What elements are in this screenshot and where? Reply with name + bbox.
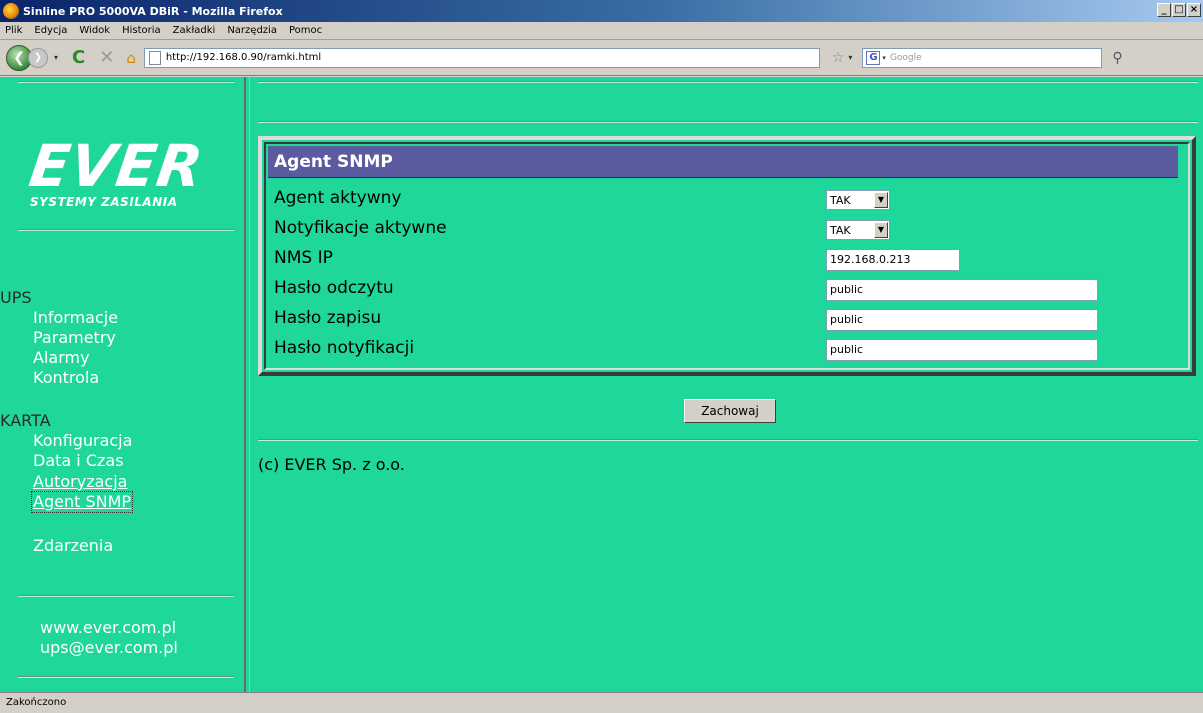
snmp-panel: Agent SNMP Agent aktywny TAK ▼ Notyfikac… bbox=[258, 136, 1196, 376]
page-content: EVER SYSTEMY ZASILANIA UPS Informacje Pa… bbox=[0, 77, 1203, 692]
divider bbox=[18, 676, 234, 678]
search-placeholder[interactable]: Google bbox=[890, 53, 922, 63]
star-dropdown-icon[interactable]: ▾ bbox=[848, 53, 852, 62]
nav-link-autoryzacja[interactable]: Autoryzacja bbox=[33, 472, 127, 492]
agent-active-select[interactable]: TAK ▼ bbox=[826, 190, 890, 210]
ever-logo: EVER SYSTEMY ZASILANIA bbox=[25, 132, 230, 209]
divider bbox=[258, 81, 1198, 83]
copyright-text: (c) EVER Sp. z o.o. bbox=[258, 455, 405, 474]
panel-title: Agent SNMP bbox=[268, 146, 1178, 178]
write-password-input[interactable]: public bbox=[826, 309, 1098, 331]
history-dropdown-icon[interactable]: ▾ bbox=[50, 49, 62, 67]
home-button[interactable]: ⌂ bbox=[126, 49, 136, 67]
menu-bar: Plik Edycja Widok Historia Zakładki Narz… bbox=[0, 22, 1203, 40]
status-text: Zakończono bbox=[6, 697, 67, 708]
website-link[interactable]: www.ever.com.pl bbox=[40, 618, 176, 637]
google-icon[interactable]: G bbox=[866, 50, 881, 65]
nav-link-kontrola[interactable]: Kontrola bbox=[33, 368, 99, 388]
search-engine-dropdown-icon[interactable]: ▾ bbox=[882, 54, 886, 62]
notifications-active-value[interactable]: TAK bbox=[830, 224, 851, 237]
nav-link-informacje[interactable]: Informacje bbox=[33, 308, 118, 328]
url-text[interactable]: http://192.168.0.90/ramki.html bbox=[166, 52, 321, 63]
page-icon bbox=[148, 50, 161, 65]
nav-link-data-i-czas[interactable]: Data i Czas bbox=[33, 451, 124, 471]
right-frame: Agent SNMP Agent aktywny TAK ▼ Notyfikac… bbox=[250, 77, 1203, 692]
window-titlebar: Sinline PRO 5000VA DBiR - Mozilla Firefo… bbox=[0, 0, 1203, 22]
read-password-label: Hasło odczytu bbox=[274, 278, 394, 298]
divider bbox=[258, 121, 1198, 123]
firefox-icon bbox=[3, 3, 19, 19]
menu-view[interactable]: Widok bbox=[79, 25, 110, 36]
forward-button[interactable]: ❯ bbox=[28, 47, 48, 68]
search-box[interactable]: G ▾ Google bbox=[862, 47, 1103, 68]
bookmark-star-icon[interactable]: ☆ bbox=[832, 50, 845, 66]
ups-heading: UPS bbox=[0, 288, 32, 307]
menu-tools[interactable]: Narzędzia bbox=[227, 25, 277, 36]
email-link[interactable]: ups@ever.com.pl bbox=[40, 638, 178, 657]
menu-edit[interactable]: Edycja bbox=[34, 25, 67, 36]
write-password-label: Hasło zapisu bbox=[274, 308, 382, 328]
divider bbox=[258, 439, 1198, 441]
notification-password-label: Hasło notyfikacji bbox=[274, 338, 415, 358]
karta-heading: KARTA bbox=[0, 411, 51, 430]
menu-history[interactable]: Historia bbox=[122, 25, 161, 36]
left-frame: EVER SYSTEMY ZASILANIA UPS Informacje Pa… bbox=[0, 77, 244, 692]
nav-link-agent-snmp[interactable]: Agent SNMP bbox=[31, 491, 134, 513]
divider bbox=[18, 81, 234, 83]
notifications-active-label: Notyfikacje aktywne bbox=[274, 218, 447, 238]
divider bbox=[18, 595, 234, 597]
restore-button[interactable]: □ bbox=[1172, 3, 1186, 17]
search-go-icon[interactable]: ⚲ bbox=[1112, 50, 1122, 66]
agent-active-value[interactable]: TAK bbox=[830, 194, 851, 207]
nav-link-parametry[interactable]: Parametry bbox=[33, 328, 116, 348]
logo-text: EVER bbox=[25, 132, 208, 200]
menu-file[interactable]: Plik bbox=[5, 25, 22, 36]
close-button[interactable]: × bbox=[1187, 3, 1201, 17]
chevron-down-icon[interactable]: ▼ bbox=[874, 222, 888, 238]
read-password-input[interactable]: public bbox=[826, 279, 1098, 301]
nav-link-konfiguracja[interactable]: Konfiguracja bbox=[33, 431, 132, 451]
chevron-down-icon[interactable]: ▼ bbox=[874, 192, 888, 208]
nav-link-alarmy[interactable]: Alarmy bbox=[33, 348, 90, 368]
nms-ip-label: NMS IP bbox=[274, 248, 333, 268]
nms-ip-input[interactable]: 192.168.0.213 bbox=[826, 249, 960, 271]
notifications-active-select[interactable]: TAK ▼ bbox=[826, 220, 890, 240]
save-button[interactable]: Zachowaj bbox=[684, 399, 776, 423]
url-bar[interactable]: http://192.168.0.90/ramki.html bbox=[143, 47, 820, 68]
navigation-toolbar: ❮ ❯ ▾ C ✕ ⌂ http://192.168.0.90/ramki.ht… bbox=[0, 40, 1203, 76]
window-title: Sinline PRO 5000VA DBiR - Mozilla Firefo… bbox=[23, 4, 283, 18]
minimize-button[interactable]: _ bbox=[1157, 3, 1171, 17]
divider bbox=[18, 229, 234, 231]
agent-active-label: Agent aktywny bbox=[274, 188, 402, 208]
nav-link-zdarzenia[interactable]: Zdarzenia bbox=[33, 536, 113, 556]
stop-button[interactable]: ✕ bbox=[99, 47, 114, 68]
reload-button[interactable]: C bbox=[72, 47, 85, 68]
window-controls: _ □ × bbox=[1157, 3, 1201, 17]
menu-help[interactable]: Pomoc bbox=[289, 25, 322, 36]
status-bar: Zakończono bbox=[0, 692, 1203, 713]
menu-bookmarks[interactable]: Zakładki bbox=[173, 25, 216, 36]
notification-password-input[interactable]: public bbox=[826, 339, 1098, 361]
